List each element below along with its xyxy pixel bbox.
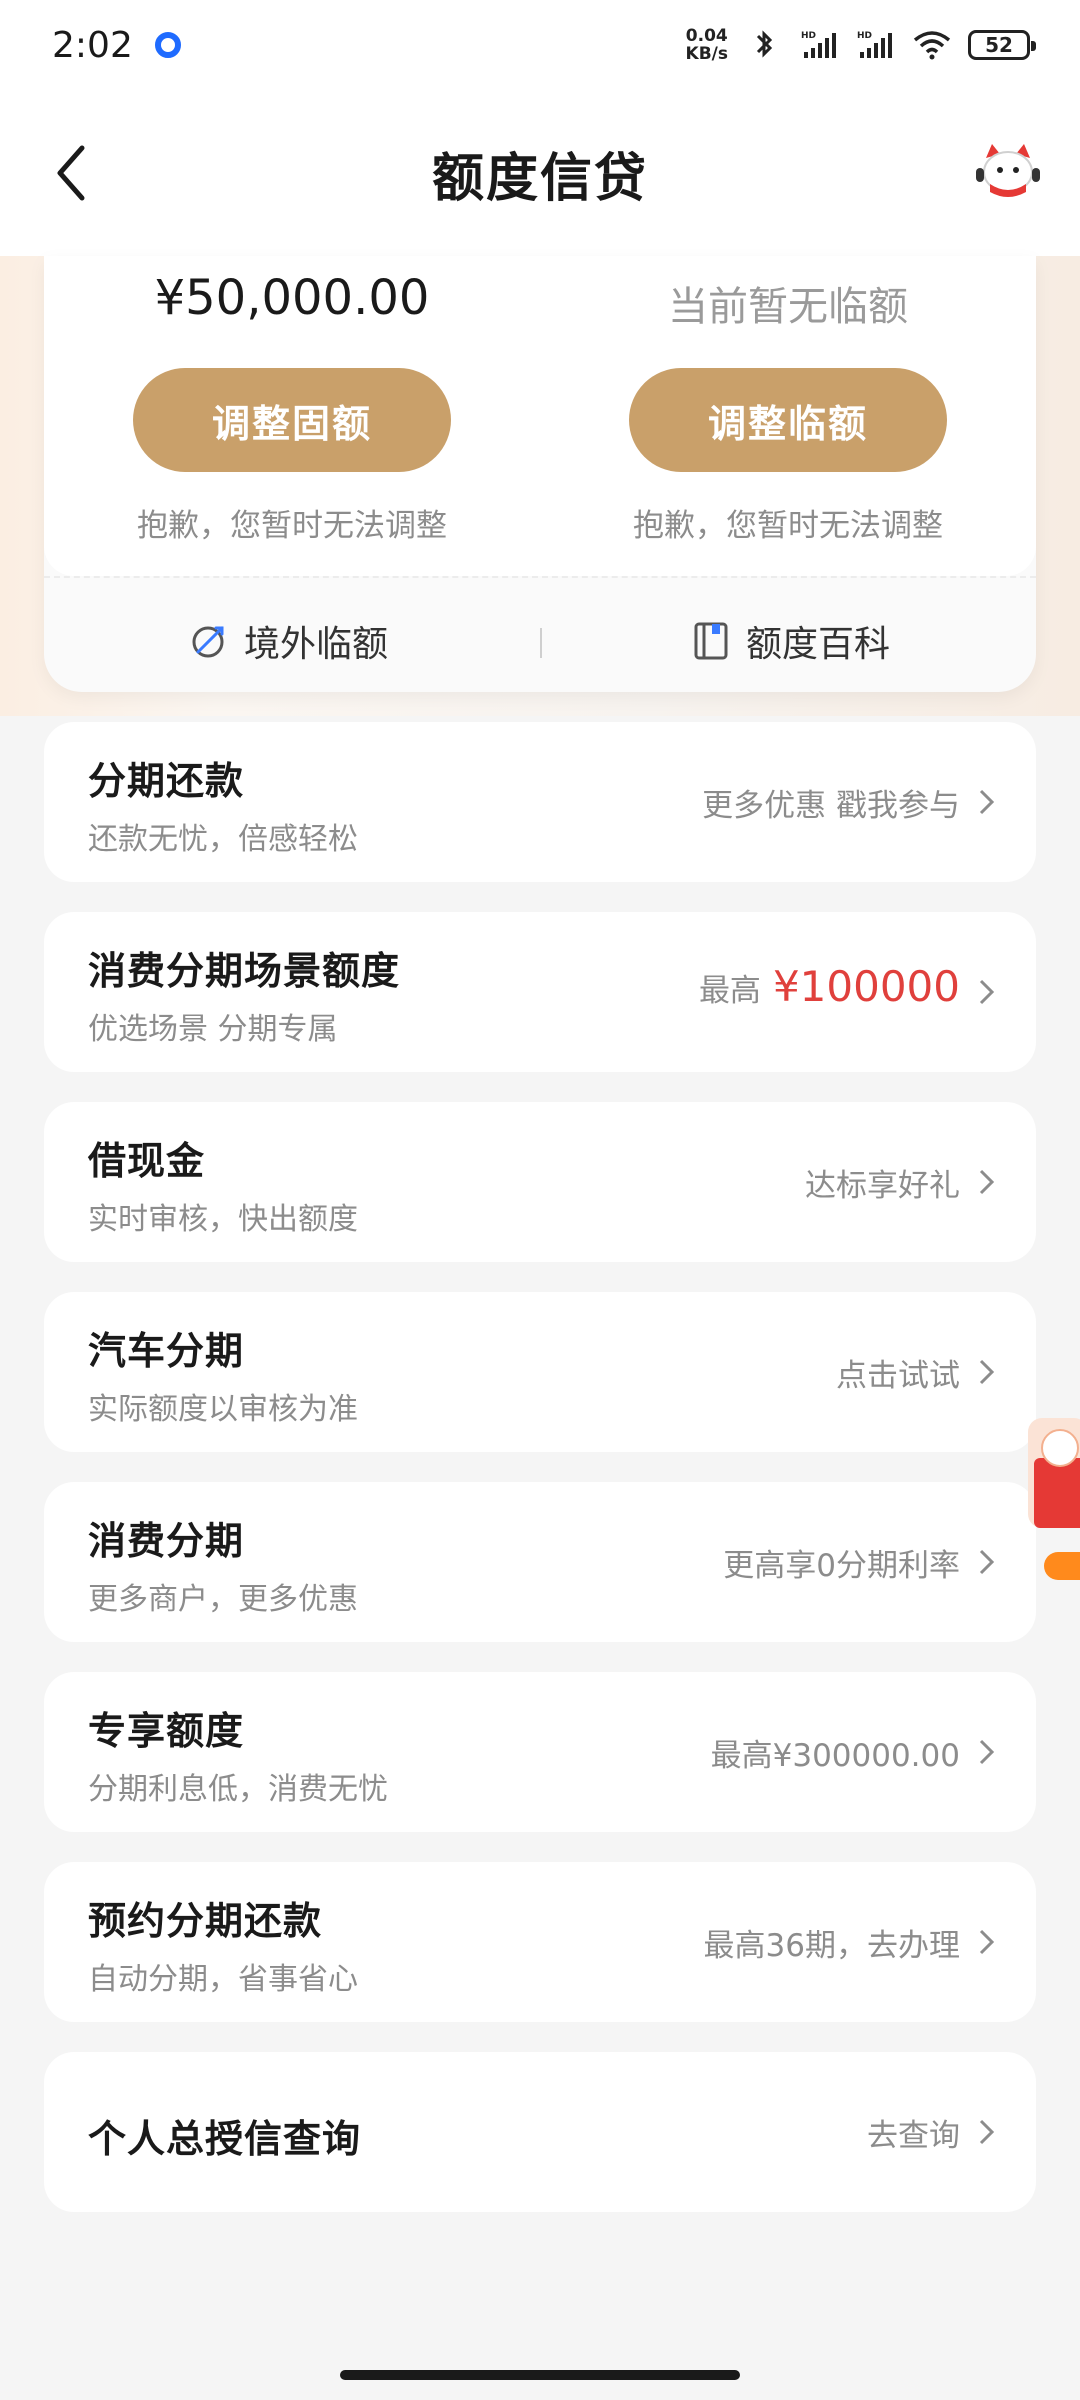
chevron-right-icon [979, 2119, 995, 2145]
fixed-limit-amount: ¥50,000.00 [154, 270, 430, 326]
limit-card: ¥50,000.00 调整固额 抱歉，您暂时无法调整 当前暂无临额 调整临额 抱… [44, 256, 1036, 692]
chevron-right-icon [979, 1169, 995, 1195]
list-item-exclusive-limit[interactable]: 专享额度 分期利息低，消费无忧 最高¥300000.00 [44, 1672, 1036, 1832]
item-title: 消费分期场景额度 [88, 949, 401, 993]
chevron-right-icon [979, 789, 995, 815]
item-title: 消费分期 [88, 1519, 245, 1563]
app-notification-icon [154, 32, 181, 58]
page: 2:02 0.04 KB/s HD HD 52 额度信贷 ¥50,000.00 … [0, 0, 1080, 2400]
network-speed-value: 0.04 [685, 26, 728, 46]
item-action-text: 最高 ¥100000 [699, 962, 960, 1011]
limit-card-top: ¥50,000.00 调整固额 抱歉，您暂时无法调整 当前暂无临额 调整临额 抱… [44, 256, 1036, 576]
status-bar: 2:02 0.04 KB/s HD HD 52 [0, 0, 1080, 90]
customer-service-mascot-icon[interactable] [972, 140, 1044, 206]
chevron-right-icon [979, 1929, 995, 1955]
item-subtitle: 还款无忧，倍感轻松 [88, 822, 358, 857]
item-action-text: 点击试试 [836, 1350, 960, 1395]
fixed-limit-column: ¥50,000.00 调整固额 抱歉，您暂时无法调整 [44, 256, 540, 576]
svg-text:HD: HD [801, 31, 816, 41]
item-subtitle: 优选场景 分期专属 [88, 1012, 338, 1047]
item-action-label: 最高36期，去办理 [703, 1928, 960, 1964]
signal-hd-icon: HD [857, 31, 892, 58]
item-title: 预约分期还款 [88, 1899, 323, 1943]
limit-encyclopedia-label: 额度百科 [746, 624, 891, 665]
item-subtitle: 分期利息低，消费无忧 [88, 1772, 388, 1807]
overseas-limit-label: 境外临额 [244, 624, 389, 665]
page-title: 额度信贷 [431, 149, 648, 209]
item-subtitle: 更多商户，更多优惠 [88, 1582, 358, 1617]
item-action-text: 去查询 [867, 2110, 960, 2155]
item-action-label: 最高¥300000.00 [710, 1738, 960, 1774]
chevron-right-icon [979, 979, 995, 1005]
adjust-temp-note: 抱歉，您暂时无法调整 [633, 508, 943, 544]
list-item-consumer-scene-limit[interactable]: 消费分期场景额度 优选场景 分期专属 最高 ¥100000 [44, 912, 1036, 1072]
link-separator [540, 628, 542, 658]
bluetooth-icon [756, 30, 773, 58]
chevron-right-icon [979, 1359, 995, 1385]
home-indicator[interactable] [340, 2370, 740, 2380]
item-action-text: 最高36期，去办理 [704, 1920, 960, 1965]
list-item-scheduled-installment[interactable]: 预约分期还款 自动分期，省事省心 最高36期，去办理 [44, 1862, 1036, 2022]
item-title: 借现金 [88, 1139, 206, 1183]
item-action-label: 更高享0分期利率 [723, 1548, 960, 1584]
list-item-car-installment[interactable]: 汽车分期 实际额度以审核为准 点击试试 [44, 1292, 1036, 1452]
status-time: 2:02 [52, 24, 133, 66]
item-action-label: 达标享好礼 [805, 1168, 960, 1204]
limit-encyclopedia-link[interactable]: 额度百科 [690, 606, 890, 676]
list-item-installment-repayment[interactable]: 分期还款 还款无忧，倍感轻松 更多优惠 戳我参与 [44, 722, 1036, 882]
network-speed-unit: KB/s [685, 44, 728, 64]
item-title: 分期还款 [88, 759, 245, 803]
item-action-label: 点击试试 [836, 1358, 960, 1394]
item-action-label: 更多优惠 戳我参与 [702, 788, 960, 824]
card-divider [44, 576, 1036, 578]
adjust-fixed-limit-button[interactable]: 调整固额 [133, 368, 451, 472]
max-limit-amount: ¥100000 [772, 962, 960, 1011]
item-subtitle: 实时审核，快出额度 [88, 1202, 358, 1237]
item-action-text: 更高享0分期利率 [723, 1540, 960, 1585]
item-title: 汽车分期 [88, 1329, 245, 1373]
list-item-consumer-installment[interactable]: 消费分期 更多商户，更多优惠 更高享0分期利率 [44, 1482, 1036, 1642]
wifi-icon [913, 31, 951, 60]
signal-hd-icon: HD [801, 31, 836, 58]
item-action-text: 达标享好礼 [805, 1160, 960, 1205]
item-title: 个人总授信查询 [88, 2117, 362, 2161]
overseas-globe-icon [192, 626, 224, 658]
item-action-text: 最高¥300000.00 [711, 1730, 960, 1775]
chevron-right-icon [979, 1549, 995, 1575]
item-subtitle: 实际额度以审核为准 [88, 1392, 358, 1427]
network-speed: 0.04 KB/s [686, 27, 728, 63]
adjust-fixed-note: 抱歉，您暂时无法调整 [137, 508, 447, 544]
item-subtitle: 自动分期，省事省心 [88, 1962, 358, 1997]
item-title: 专享额度 [88, 1709, 245, 1753]
item-action-label: 最高 [698, 973, 761, 1009]
item-action-label: 去查询 [867, 2118, 960, 2154]
temp-limit-status: 当前暂无临额 [668, 284, 908, 330]
item-action-text: 更多优惠 戳我参与 [702, 780, 960, 825]
status-icons: 0.04 KB/s HD HD 52 [686, 27, 1036, 63]
chevron-right-icon [979, 1739, 995, 1765]
header: 额度信贷 [0, 90, 1080, 256]
floating-red-envelope-promo-icon[interactable] [1018, 1418, 1080, 1586]
svg-text:HD: HD [857, 31, 872, 41]
adjust-temp-limit-button[interactable]: 调整临额 [629, 368, 947, 472]
battery-icon: 52 [968, 30, 1036, 60]
overseas-limit-link[interactable]: 境外临额 [188, 606, 388, 676]
list-item-credit-inquiry[interactable]: 个人总授信查询 去查询 [44, 2052, 1036, 2212]
list-item-cash-loan[interactable]: 借现金 实时审核，快出额度 达标享好礼 [44, 1102, 1036, 1262]
temp-limit-column: 当前暂无临额 调整临额 抱歉，您暂时无法调整 [540, 256, 1036, 576]
book-icon [694, 622, 728, 660]
